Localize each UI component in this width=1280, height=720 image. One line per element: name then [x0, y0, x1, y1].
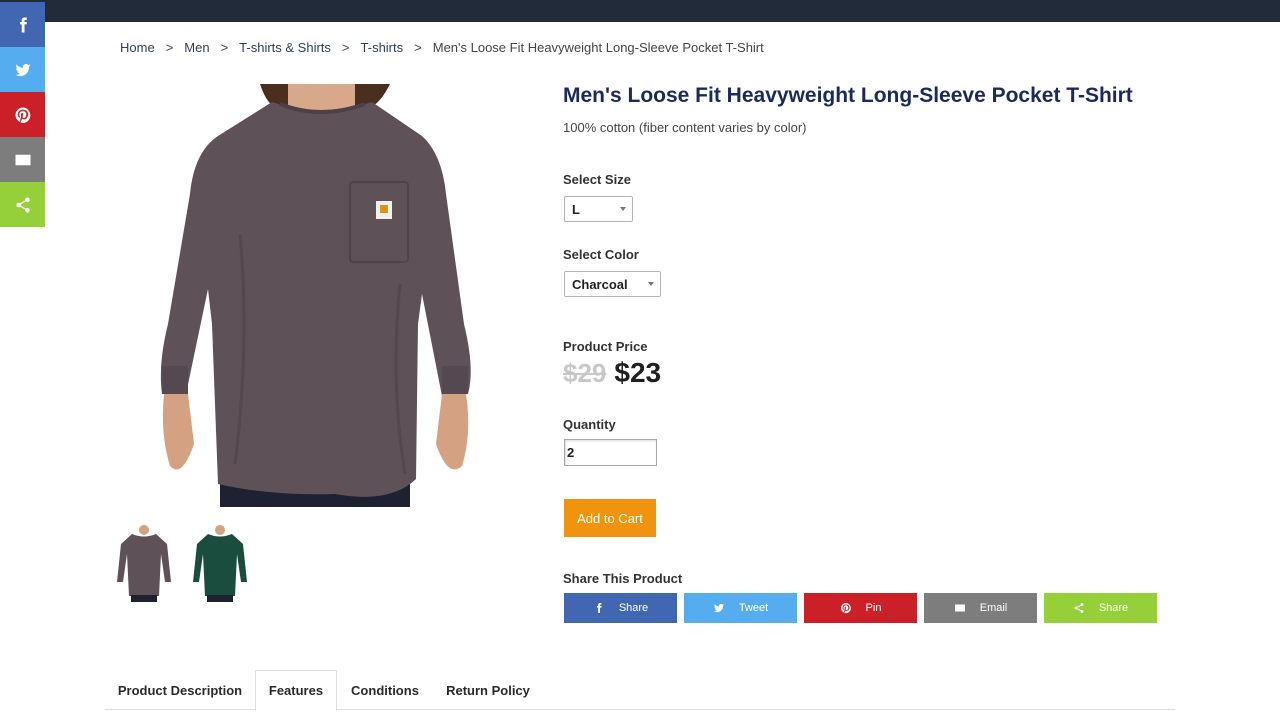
sidebar-share-button[interactable]: [0, 182, 45, 227]
breadcrumb-current: Men's Loose Fit Heavyweight Long-Sleeve …: [432, 40, 764, 55]
quantity-label: Quantity: [563, 417, 616, 432]
sidebar-pinterest-button[interactable]: [0, 92, 45, 137]
breadcrumb-home[interactable]: Home: [120, 40, 155, 55]
sale-price: $23: [614, 357, 662, 388]
share-button-label: Pin: [865, 602, 882, 614]
share-icon: [15, 197, 30, 212]
share-buttons: Share Tweet Pin Email Share: [564, 593, 1164, 623]
tab-return-policy[interactable]: Return Policy: [433, 670, 543, 710]
sidebar-email-button[interactable]: [0, 137, 45, 182]
email-share-button[interactable]: Email: [924, 593, 1037, 623]
add-to-cart-button[interactable]: Add to Cart: [564, 499, 656, 537]
breadcrumb-separator: >: [341, 40, 350, 55]
twitter-icon: [713, 604, 724, 613]
size-select-value: L: [572, 201, 580, 217]
original-price: $29: [563, 358, 607, 388]
product-thumbnail[interactable]: [115, 524, 173, 602]
price-label: Product Price: [563, 339, 648, 354]
breadcrumb-separator: >: [220, 40, 229, 55]
pinterest-share-button[interactable]: Pin: [804, 593, 917, 623]
chevron-down-icon: [648, 282, 654, 286]
product-tabs: Product Description Features Conditions …: [105, 670, 1175, 711]
sharethis-share-button[interactable]: Share: [1044, 593, 1157, 623]
product-thumbnail[interactable]: [191, 524, 249, 602]
price-row: $29 $23: [563, 357, 661, 389]
color-label: Select Color: [563, 247, 639, 262]
breadcrumb-separator: >: [414, 40, 422, 55]
tab-product-description[interactable]: Product Description: [105, 670, 255, 710]
top-nav-bar: [0, 0, 1280, 22]
breadcrumb-tshirts[interactable]: T-shirts: [361, 40, 404, 55]
sidebar-twitter-button[interactable]: [0, 47, 45, 92]
tab-features[interactable]: Features: [255, 670, 337, 711]
share-icon: [1074, 603, 1084, 613]
share-button-label: Email: [979, 602, 1008, 614]
share-button-label: Share: [1098, 602, 1129, 614]
quantity-input[interactable]: [564, 439, 657, 466]
tab-conditions[interactable]: Conditions: [337, 670, 433, 710]
email-icon: [15, 154, 30, 165]
facebook-share-button[interactable]: Share: [564, 593, 677, 623]
twitter-share-button[interactable]: Tweet: [684, 593, 797, 623]
product-main-image: [160, 84, 480, 507]
color-select-value: Charcoal: [572, 276, 628, 292]
sidebar-facebook-button[interactable]: [0, 2, 45, 47]
share-button-label: Tweet: [738, 602, 769, 614]
breadcrumb-men[interactable]: Men: [184, 40, 209, 55]
breadcrumb: Home > Men > T-shirts & Shirts > T-shirt…: [120, 40, 764, 55]
breadcrumb-tshirts-shirts[interactable]: T-shirts & Shirts: [239, 40, 331, 55]
twitter-icon: [15, 63, 30, 76]
pinterest-icon: [840, 603, 851, 614]
share-button-label: Share: [618, 602, 649, 614]
share-label: Share This Product: [563, 571, 683, 586]
email-icon: [954, 604, 965, 612]
color-select[interactable]: Charcoal: [564, 271, 661, 297]
product-material: 100% cotton (fiber content varies by col…: [563, 120, 807, 135]
chevron-down-icon: [620, 207, 626, 211]
social-sidebar: [0, 2, 45, 227]
facebook-icon: [596, 603, 602, 613]
size-label: Select Size: [563, 172, 631, 187]
pinterest-icon: [15, 107, 30, 123]
size-select[interactable]: L: [564, 196, 633, 222]
product-title: Men's Loose Fit Heavyweight Long-Sleeve …: [563, 84, 1133, 107]
breadcrumb-separator: >: [165, 40, 174, 55]
facebook-icon: [19, 17, 27, 32]
